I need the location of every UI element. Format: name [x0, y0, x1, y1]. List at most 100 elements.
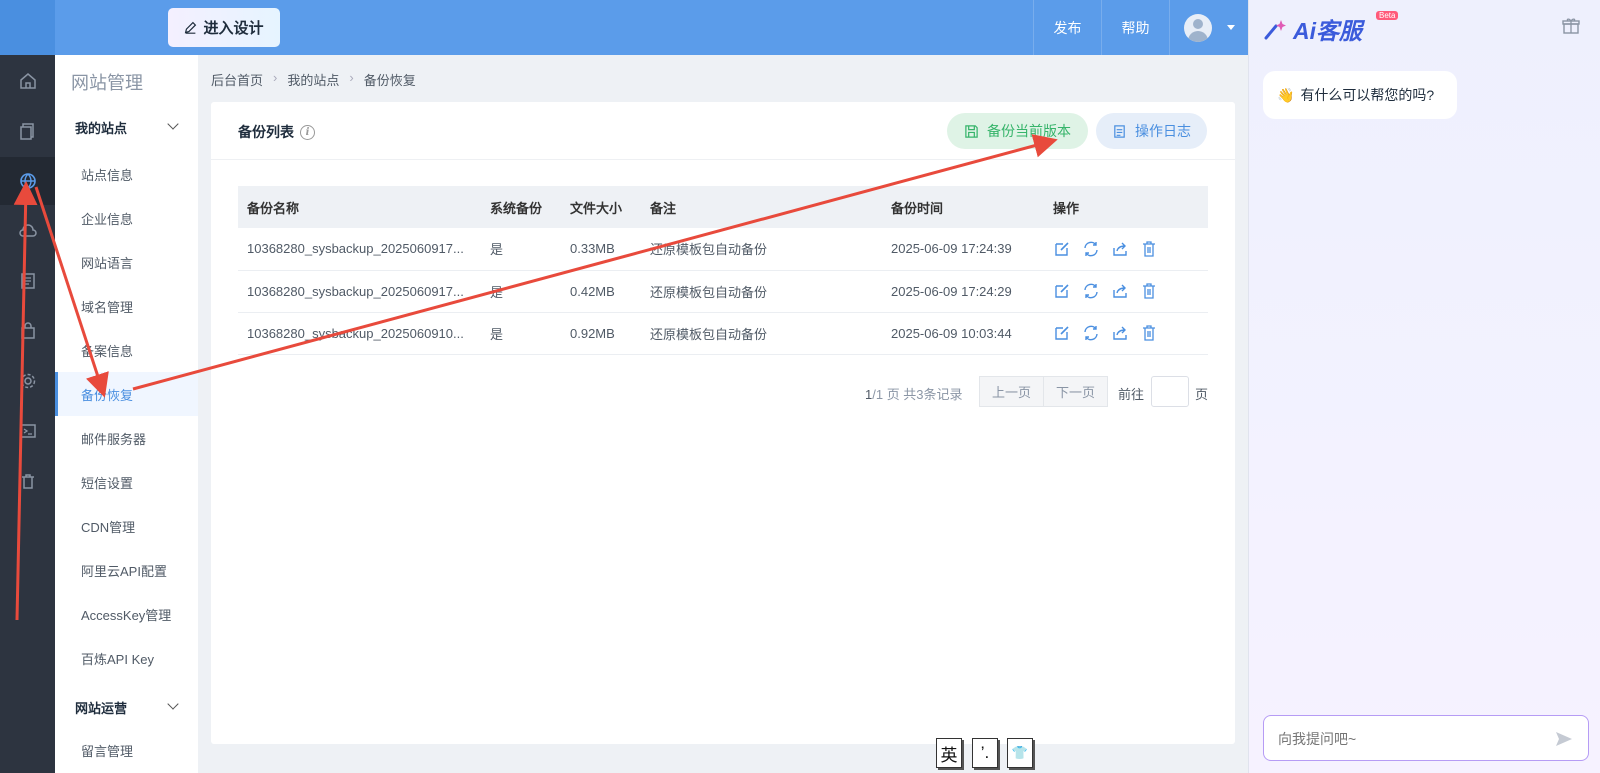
rail-document[interactable] — [0, 257, 55, 305]
chevron-down-icon[interactable] — [167, 118, 179, 130]
ai-logo-text: Ai客服 — [1293, 18, 1362, 44]
goto-suffix: 页 — [1195, 387, 1209, 402]
log-icon — [1114, 124, 1125, 138]
group-operations[interactable]: 网站运营 — [75, 698, 127, 717]
breadcrumb-my-sites[interactable]: 我的站点 — [287, 70, 339, 89]
cell-time: 2025-06-09 17:24:29 — [882, 270, 1044, 313]
ai-chat-input[interactable] — [1278, 728, 1538, 750]
shopping-bag-icon — [20, 322, 35, 339]
ime-language-toggle[interactable]: 英 — [936, 738, 962, 768]
rail-trash[interactable] — [0, 457, 55, 505]
nav-icp[interactable]: 备案信息 — [55, 328, 198, 372]
cell-system: 是 — [481, 228, 561, 271]
cell-note: 还原模板包自动备份 — [641, 270, 882, 313]
help-label: 帮助 — [1121, 19, 1150, 36]
enter-design-label: 进入设计 — [203, 20, 264, 37]
nav-backup-restore[interactable]: 备份恢复 — [55, 372, 198, 416]
cell-name: 10368280_sysbackup_2025060910... — [238, 312, 481, 355]
edit-icon[interactable] — [1053, 240, 1071, 258]
rail-terminal[interactable] — [0, 407, 55, 455]
send-icon[interactable] — [1554, 729, 1574, 749]
ai-greeting-bubble: 👋 有什么可以帮您的吗? — [1263, 71, 1457, 119]
nav-site-info[interactable]: 站点信息 — [55, 152, 198, 196]
nav-company-info[interactable]: 企业信息 — [55, 196, 198, 240]
cell-ops — [1044, 228, 1208, 271]
cell-name: 10368280_sysbackup_2025060917... — [238, 270, 481, 313]
help-button[interactable]: 帮助 — [1101, 0, 1169, 55]
beta-badge: Beta — [1376, 11, 1399, 20]
cell-size: 0.33MB — [561, 228, 641, 271]
home-icon — [19, 73, 36, 89]
rail-corner — [0, 0, 55, 55]
delete-icon[interactable] — [1140, 240, 1158, 258]
table-row: 10368280_sysbackup_2025060917... 是 0.42M… — [238, 270, 1208, 313]
prev-page-button[interactable]: 上一页 — [979, 376, 1044, 407]
delete-icon[interactable] — [1140, 282, 1158, 300]
nav-aliyun-api[interactable]: 阿里云API配置 — [55, 548, 198, 592]
cell-time: 2025-06-09 17:24:39 — [882, 228, 1044, 271]
nav-cdn[interactable]: CDN管理 — [55, 504, 198, 548]
pages-icon — [19, 123, 34, 140]
icon-rail — [0, 55, 55, 773]
nav-accesskey[interactable]: AccessKey管理 — [55, 592, 198, 636]
backup-table: 备份名称 系统备份 文件大小 备注 备份时间 操作 10368280_sysba… — [238, 186, 1208, 355]
col-ops: 操作 — [1044, 186, 1208, 228]
share-icon[interactable] — [1111, 240, 1129, 258]
operation-log-button[interactable]: 操作日志 — [1096, 113, 1207, 149]
edit-icon[interactable] — [1053, 324, 1071, 342]
share-icon[interactable] — [1111, 282, 1129, 300]
goto-page-input[interactable] — [1151, 376, 1189, 407]
subnav-title: 网站管理 — [71, 73, 143, 93]
gift-icon[interactable] — [1561, 16, 1581, 36]
restore-icon[interactable] — [1082, 324, 1100, 342]
nav-domain[interactable]: 域名管理 — [55, 284, 198, 328]
ai-logo: Ai客服 — [1263, 12, 1362, 46]
pager-total: /1 页 共3条记录 — [872, 387, 963, 402]
ime-punctuation-toggle[interactable]: ’. — [972, 738, 998, 768]
breadcrumb-home[interactable]: 后台首页 — [211, 70, 263, 89]
restore-icon[interactable] — [1082, 282, 1100, 300]
rail-website[interactable] — [0, 157, 55, 205]
restore-icon[interactable] — [1082, 240, 1100, 258]
nav-site-language[interactable]: 网站语言 — [55, 240, 198, 284]
chevron-down-icon[interactable] — [167, 698, 179, 710]
rail-shop[interactable] — [0, 307, 55, 355]
nav-sms[interactable]: 短信设置 — [55, 460, 198, 504]
document-icon — [20, 273, 35, 289]
cell-size: 0.92MB — [561, 312, 641, 355]
publish-button[interactable]: 发布 — [1033, 0, 1101, 55]
nav-mail-server[interactable]: 邮件服务器 — [55, 416, 198, 460]
chevron-right-icon: › — [349, 70, 354, 85]
col-time: 备份时间 — [882, 186, 1044, 228]
trash-icon — [21, 474, 34, 489]
log-button-label: 操作日志 — [1135, 123, 1191, 139]
nav-bailian-key[interactable]: 百炼API Key — [55, 636, 198, 680]
ime-skin-toggle[interactable]: 👕 — [1007, 738, 1033, 768]
avatar[interactable] — [1184, 14, 1212, 42]
group-my-sites[interactable]: 我的站点 — [75, 118, 127, 137]
cell-ops — [1044, 312, 1208, 355]
backup-current-version-button[interactable]: 备份当前版本 — [947, 113, 1088, 149]
cell-note: 还原模板包自动备份 — [641, 312, 882, 355]
cell-note: 还原模板包自动备份 — [641, 228, 882, 271]
card-title: 备份列表 i — [238, 122, 315, 142]
edit-icon[interactable] — [1053, 282, 1071, 300]
table-row: 10368280_sysbackup_2025060910... 是 0.92M… — [238, 312, 1208, 355]
delete-icon[interactable] — [1140, 324, 1158, 342]
nav-messages[interactable]: 留言管理 — [55, 728, 198, 772]
chevron-down-icon[interactable] — [1227, 25, 1235, 30]
goto-label: 前往 — [1118, 387, 1145, 402]
next-page-button[interactable]: 下一页 — [1043, 376, 1108, 407]
col-note: 备注 — [641, 186, 882, 228]
breadcrumb: 后台首页 › 我的站点 › 备份恢复 — [211, 70, 416, 89]
rail-cloud[interactable] — [0, 207, 55, 255]
rail-home[interactable] — [0, 57, 55, 105]
ai-chat-input-box — [1263, 715, 1589, 761]
rail-pages[interactable] — [0, 107, 55, 155]
info-icon[interactable]: i — [300, 124, 315, 140]
col-size: 文件大小 — [561, 186, 641, 228]
sub-sidebar: 网站管理 我的站点 站点信息 企业信息 网站语言 域名管理 备案信息 备份恢复 … — [55, 55, 198, 773]
enter-design-button[interactable]: 进入设计 — [168, 8, 280, 47]
rail-settings[interactable] — [0, 357, 55, 405]
share-icon[interactable] — [1111, 324, 1129, 342]
